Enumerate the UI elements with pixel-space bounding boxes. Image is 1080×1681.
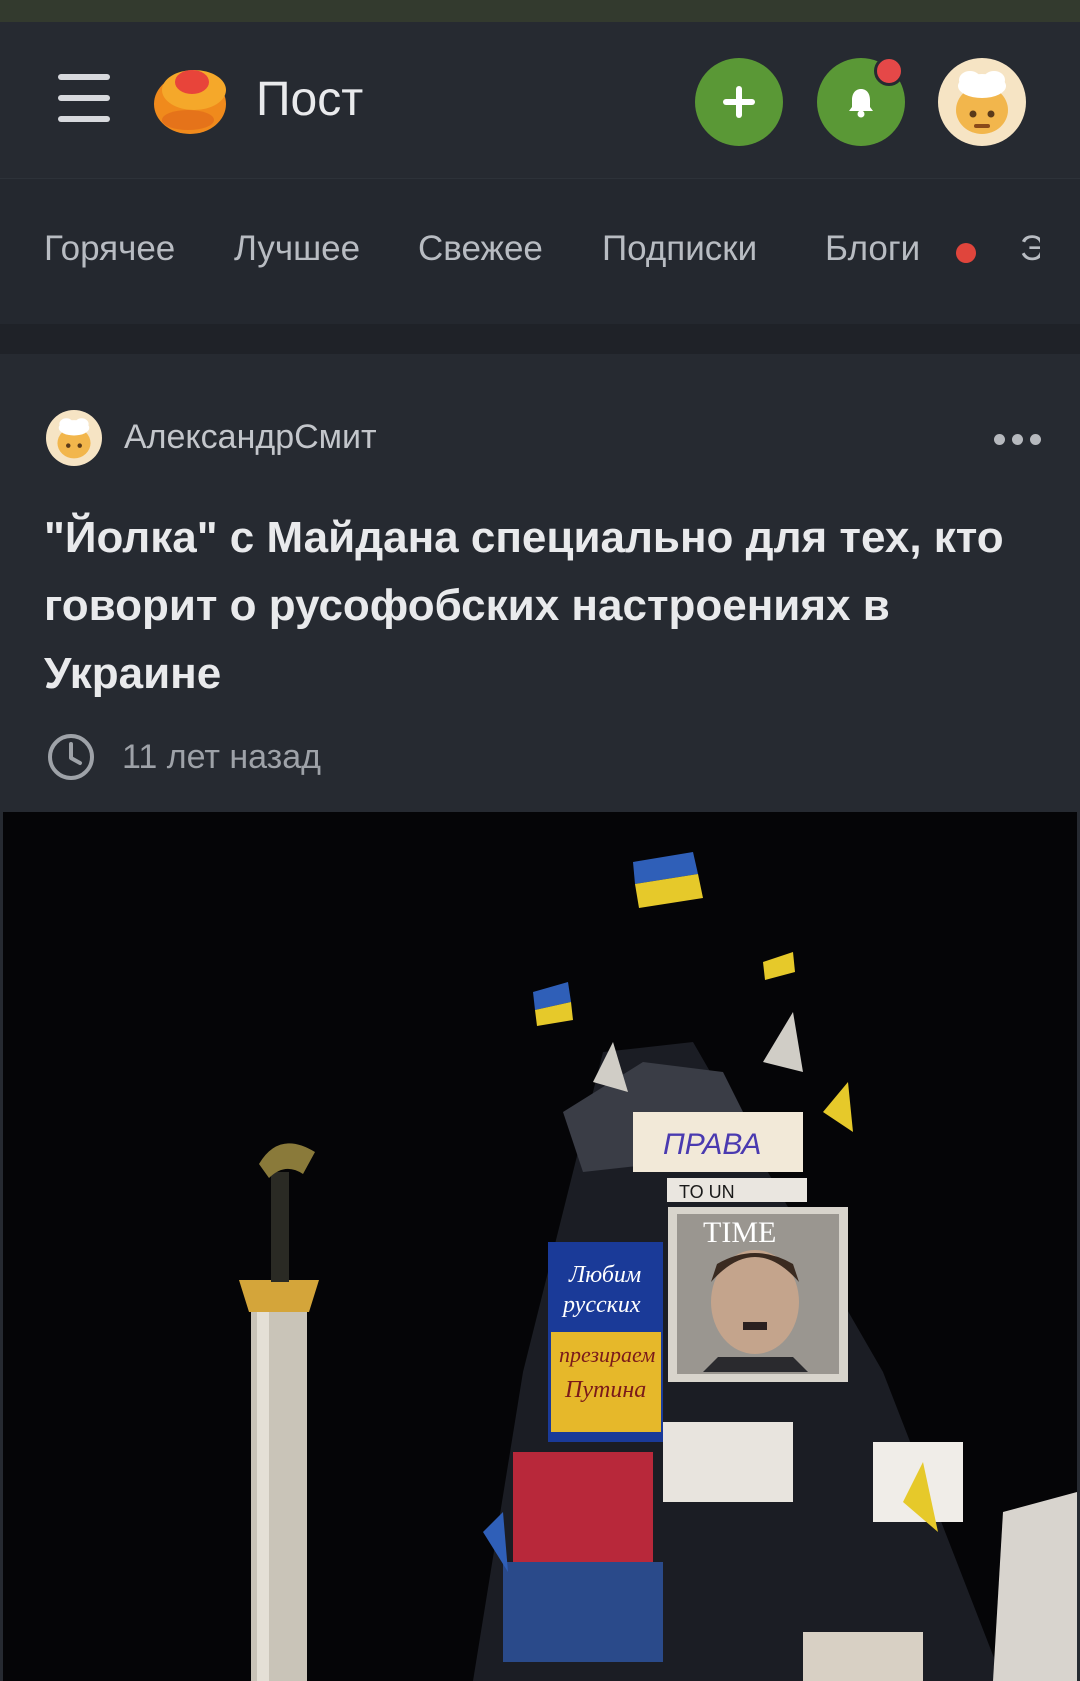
feed-divider <box>0 324 1080 354</box>
app-header: Пост <box>0 22 1080 178</box>
svg-text:TO UN: TO UN <box>679 1182 735 1202</box>
plus-icon <box>723 86 755 118</box>
svg-text:ПРАВА: ПРАВА <box>663 1128 761 1161</box>
hamburger-menu-icon[interactable] <box>58 74 110 122</box>
feed-tabs: Горячее Лучшее Свежее Подписки Блоги Э <box>0 178 1080 325</box>
app-logo-icon[interactable] <box>150 60 234 140</box>
post-card: АлександрСмит "Йолка" с Майдана специаль… <box>0 354 1080 1681</box>
post-timestamp: 11 лет назад <box>122 738 322 776</box>
tab-fresh[interactable]: Свежее <box>418 229 543 269</box>
post-image[interactable]: ПРАВА TO UN Любим русских презираем Пути… <box>3 812 1077 1681</box>
tab-subscriptions[interactable]: Подписки <box>602 229 757 269</box>
page-title: Пост <box>256 73 364 126</box>
svg-text:Путина: Путина <box>564 1377 646 1403</box>
more-options-icon[interactable] <box>994 434 1042 446</box>
clock-icon <box>48 734 94 780</box>
author-name[interactable]: АлександрСмит <box>124 418 377 457</box>
status-strip <box>0 0 1080 22</box>
tab-hot[interactable]: Горячее <box>44 229 175 269</box>
bell-icon <box>849 89 873 118</box>
tab-blogs[interactable]: Блоги <box>825 229 920 269</box>
svg-text:Любим: Любим <box>568 1262 641 1288</box>
post-title[interactable]: "Йолка" с Майдана специально для тех, кт… <box>44 504 1004 708</box>
notification-badge <box>874 56 904 86</box>
tab-blogs-dot <box>956 243 976 263</box>
add-post-button[interactable] <box>695 58 783 146</box>
svg-text:TIME: TIME <box>703 1216 776 1249</box>
svg-text:презираем: презираем <box>559 1342 655 1367</box>
user-avatar[interactable] <box>938 58 1026 146</box>
author-avatar[interactable] <box>46 410 102 466</box>
tab-more-cut[interactable]: Э <box>1020 229 1040 269</box>
tab-best[interactable]: Лучшее <box>234 229 360 269</box>
svg-text:русских: русских <box>561 1292 641 1318</box>
